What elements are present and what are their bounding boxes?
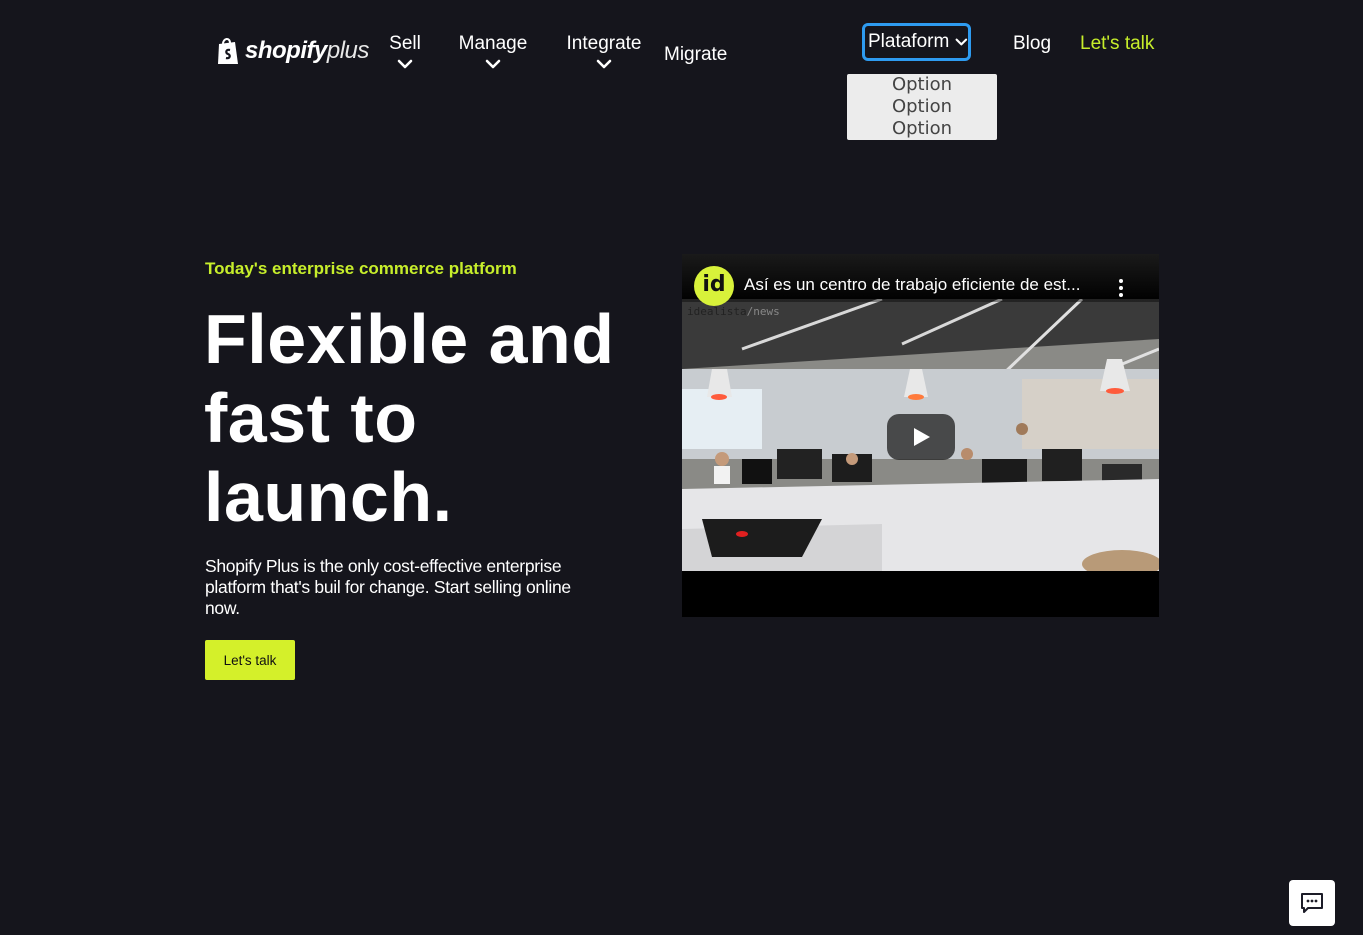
chat-icon <box>1301 893 1323 913</box>
nav-integrate-label: Integrate <box>566 33 642 54</box>
dropdown-option[interactable]: Option <box>847 74 997 96</box>
dropdown-option[interactable]: Option <box>847 118 997 140</box>
watermark-light: /news <box>746 305 780 318</box>
watermark-dark: idealista <box>687 305 747 318</box>
hero-headline: Flexible and fast to launch. <box>204 300 615 536</box>
nav-sell-label: Sell <box>389 33 421 54</box>
platform-select[interactable]: Plataform <box>862 23 971 61</box>
platform-dropdown: Option Option Option <box>847 74 997 140</box>
more-vert-icon[interactable] <box>1113 276 1129 300</box>
shopify-plus-logo[interactable]: shopifyplus <box>215 36 369 66</box>
page: shopifyplus Sell Manage Integrate Migrat… <box>0 0 1363 935</box>
nav-blog[interactable]: Blog <box>1013 33 1051 55</box>
chevron-down-icon <box>485 59 501 69</box>
chat-button[interactable] <box>1289 880 1335 926</box>
logo-brand: shopify <box>245 37 327 64</box>
shopify-bag-icon <box>218 38 238 64</box>
video-player[interactable]: id Así es un centro de trabajo eficiente… <box>682 254 1159 617</box>
nav-sell[interactable]: Sell <box>388 33 422 69</box>
channel-avatar[interactable]: id <box>694 266 734 306</box>
logo-wordmark: shopifyplus <box>245 36 369 66</box>
video-title[interactable]: Así es un centro de trabajo eficiente de… <box>744 275 1104 295</box>
chevron-down-icon <box>955 38 968 46</box>
platform-select-label: Plataform <box>868 31 950 52</box>
lets-talk-button[interactable]: Let's talk <box>205 640 295 680</box>
logo-suffix: plus <box>326 37 370 64</box>
chevron-down-icon <box>397 59 413 69</box>
nav-manage-label: Manage <box>458 33 528 54</box>
dropdown-option[interactable]: Option <box>847 96 997 118</box>
nav-migrate-label: Migrate <box>664 44 728 65</box>
hero-eyebrow: Today's enterprise commerce platform <box>205 259 517 278</box>
video-watermark: idealista/news <box>687 305 780 318</box>
nav-integrate[interactable]: Integrate <box>565 33 643 69</box>
play-icon[interactable] <box>887 414 955 460</box>
hero-subtext: Shopify Plus is the only cost-effective … <box>205 556 571 618</box>
nav-lets-talk[interactable]: Let's talk <box>1080 33 1154 55</box>
nav-manage[interactable]: Manage <box>457 33 529 69</box>
chevron-down-icon <box>596 59 612 69</box>
nav-migrate[interactable]: Migrate <box>664 44 727 66</box>
